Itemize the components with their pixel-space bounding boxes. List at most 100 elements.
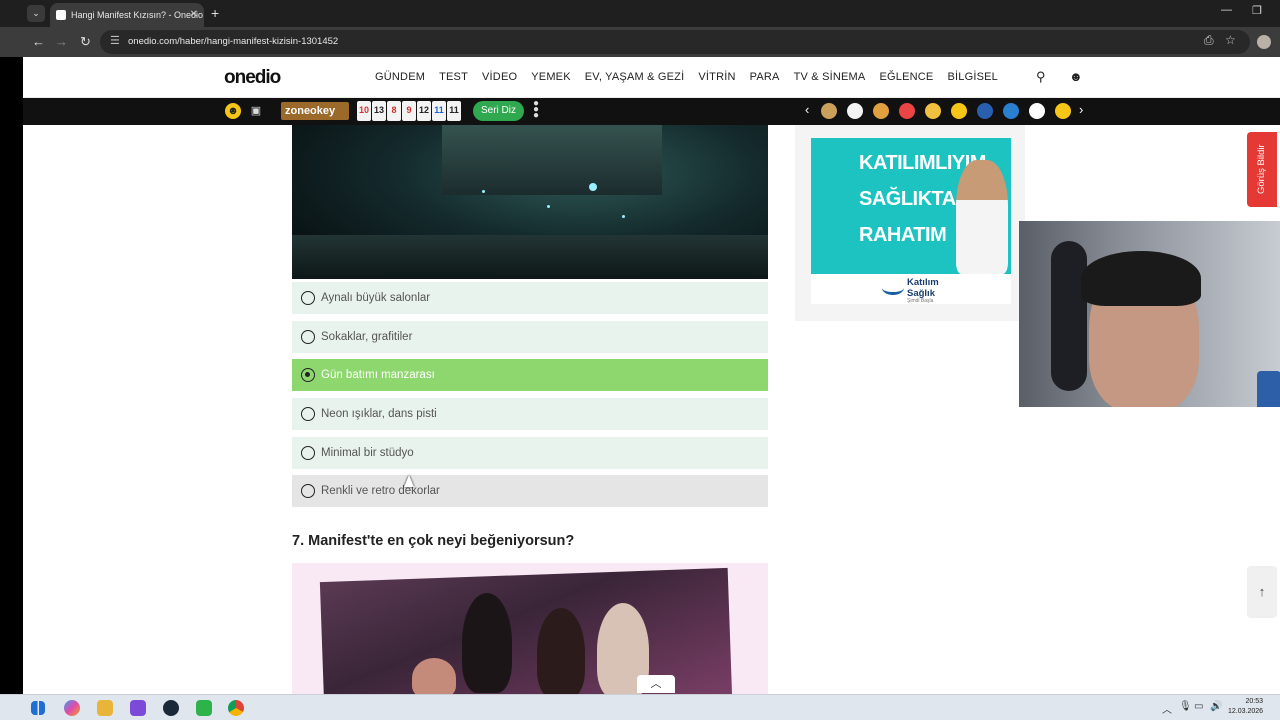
- more-dots-icon[interactable]: ● ● ●: [533, 99, 539, 121]
- app-icon[interactable]: [130, 700, 146, 716]
- nav-item-yemek[interactable]: YEMEK: [531, 71, 571, 83]
- browser-toolbar: ← → ↻ ☰ onedio.com/haber/hangi-manifest-…: [0, 27, 1280, 57]
- light-dot: [622, 215, 625, 218]
- clock-time: 20:53: [1245, 698, 1264, 705]
- nav-item-eglence[interactable]: EĞLENCE: [879, 71, 933, 83]
- user-icon[interactable]: ☻: [1069, 69, 1083, 84]
- address-bar[interactable]: ☰ onedio.com/haber/hangi-manifest-kizisi…: [100, 30, 1250, 54]
- reaction-badge-icon[interactable]: [977, 103, 993, 119]
- okey-tile: 12: [417, 101, 431, 121]
- ad-headline: RAHATIM: [859, 224, 947, 246]
- reaction-badge2-icon[interactable]: [1003, 103, 1019, 119]
- castle-silhouette: [442, 125, 662, 195]
- microphone-icon[interactable]: 🎙: [1179, 701, 1192, 712]
- answer-option[interactable]: Minimal bir stüdyo: [292, 437, 768, 469]
- ad-brand-line1: Katılım: [907, 277, 939, 288]
- chevron-left-icon[interactable]: ‹: [805, 102, 809, 117]
- game-card-icon[interactable]: ▣: [248, 103, 264, 119]
- volume-icon[interactable]: 🔊: [1210, 701, 1222, 712]
- okey-tile: 13: [372, 101, 386, 121]
- site-header: onedio GÜNDEM TEST VİDEO YEMEK EV, YAŞAM…: [23, 57, 1280, 98]
- radio-checked-icon: [301, 368, 315, 382]
- radio-icon: [301, 484, 315, 498]
- answer-label: Renkli ve retro dekorlar: [321, 485, 440, 497]
- spotlight: [589, 183, 597, 191]
- answer-label: Minimal bir stüdyo: [321, 447, 414, 459]
- answer-option[interactable]: Sokaklar, grafitiler: [292, 321, 768, 353]
- reaction-love-icon[interactable]: [899, 103, 915, 119]
- okey-tiles: 10 13 8 9 12 11 11: [357, 101, 461, 121]
- nav-item-vitrin[interactable]: VİTRİN: [698, 71, 735, 83]
- browser-tab[interactable]: Hangi Manifest Kızısın? - Onedio ✕: [50, 3, 204, 27]
- chevron-right-icon[interactable]: ›: [1079, 102, 1083, 117]
- chrome-icon[interactable]: [228, 700, 244, 716]
- tab-search-button[interactable]: ⌄: [27, 5, 45, 22]
- new-tab-button[interactable]: +: [211, 3, 219, 23]
- ad-banner[interactable]: KATILIMLIYIM SAĞLIKTA RAHATIM Katılım Sa…: [811, 138, 1011, 304]
- reaction-laugh-icon[interactable]: [873, 103, 889, 119]
- nav-item-para[interactable]: PARA: [750, 71, 780, 83]
- nav-item-tv-sinema[interactable]: TV & SİNEMA: [794, 71, 866, 83]
- nav-item-ev-yasam-gezi[interactable]: EV, YAŞAM & GEZİ: [585, 71, 685, 83]
- nav-item-bilgisel[interactable]: BİLGİSEL: [947, 71, 998, 83]
- person-silhouette: [412, 658, 456, 694]
- reaction-wow-icon[interactable]: [1055, 103, 1071, 119]
- scroll-to-top-button[interactable]: ↑: [1247, 566, 1277, 618]
- game-emoji-icon[interactable]: ☻: [225, 103, 241, 119]
- question-title: 7. Manifest'te en çok neyi beğeniyorsun?: [292, 533, 575, 549]
- ad-person-image: [956, 160, 1008, 274]
- chevron-up-icon[interactable]: ︿: [637, 675, 675, 693]
- person-silhouette: [462, 593, 512, 693]
- left-dark-strip: [0, 57, 23, 694]
- answer-option[interactable]: Aynalı büyük salonlar: [292, 282, 768, 314]
- profile-avatar-icon[interactable]: [1257, 35, 1271, 49]
- chevron-down-icon: ⌄: [32, 8, 40, 18]
- steam-icon[interactable]: [163, 700, 179, 716]
- seri-diz-button[interactable]: Seri Diz: [473, 101, 524, 121]
- person-silhouette: [537, 608, 585, 694]
- install-app-icon[interactable]: ⎙: [1204, 33, 1214, 48]
- games-strip: ☻ ▣ zoneokey 10 13 8 9 12 11 11 Seri Diz…: [23, 98, 1280, 125]
- tray-chevron-icon[interactable]: ︿: [1162, 701, 1172, 716]
- feedback-button[interactable]: Görüş Bildir: [1247, 132, 1277, 207]
- answer-option[interactable]: Renkli ve retro dekorlar: [292, 475, 768, 507]
- close-tab-icon[interactable]: ✕: [190, 3, 198, 27]
- file-explorer-icon[interactable]: [97, 700, 113, 716]
- reaction-glasses-icon[interactable]: [847, 103, 863, 119]
- nav-item-test[interactable]: TEST: [439, 71, 468, 83]
- nav-item-gundem[interactable]: GÜNDEM: [375, 71, 425, 83]
- ad-subtext: Şimdi Başla: [907, 298, 934, 304]
- back-icon[interactable]: ←: [32, 33, 45, 51]
- okey-tile: 11: [432, 101, 446, 121]
- onedio-logo[interactable]: onedio: [224, 67, 281, 89]
- reaction-cry-icon[interactable]: [925, 103, 941, 119]
- bookmark-star-icon[interactable]: ☆: [1225, 33, 1236, 47]
- search-icon[interactable]: ⚲: [1036, 69, 1046, 85]
- clock[interactable]: 20:53 12.03.2026: [1228, 697, 1263, 717]
- forward-icon[interactable]: →: [55, 33, 68, 51]
- windows-start-icon[interactable]: [31, 701, 45, 715]
- light-dot: [482, 190, 485, 193]
- mouse-cursor-icon: [404, 475, 414, 487]
- copilot-icon[interactable]: [64, 700, 80, 716]
- minimize-icon[interactable]: —: [1221, 4, 1232, 16]
- site-info-icon[interactable]: ☰: [110, 34, 120, 47]
- radio-icon: [301, 446, 315, 460]
- reaction-crown-icon[interactable]: [821, 103, 837, 119]
- answer-label: Sokaklar, grafitiler: [321, 331, 413, 343]
- maximize-icon[interactable]: ❐: [1252, 4, 1262, 17]
- reload-icon[interactable]: ↻: [80, 33, 91, 51]
- okey-tile: 10: [357, 101, 371, 121]
- answer-option-selected[interactable]: Gün batımı manzarası: [292, 359, 768, 391]
- ad-teal-panel: KATILIMLIYIM SAĞLIKTA RAHATIM: [811, 138, 1011, 274]
- app-green-icon[interactable]: [196, 700, 212, 716]
- answer-option[interactable]: Neon ışıklar, dans pisti: [292, 398, 768, 430]
- reaction-ok-icon[interactable]: [1029, 103, 1045, 119]
- zoneokey-logo[interactable]: zoneokey: [281, 102, 349, 120]
- katilim-logo-icon: [882, 281, 904, 295]
- reaction-smile-icon[interactable]: [951, 103, 967, 119]
- network-icon[interactable]: ▭: [1194, 701, 1203, 712]
- webcam-overlay: [1019, 221, 1280, 407]
- radio-icon: [301, 330, 315, 344]
- nav-item-video[interactable]: VİDEO: [482, 71, 517, 83]
